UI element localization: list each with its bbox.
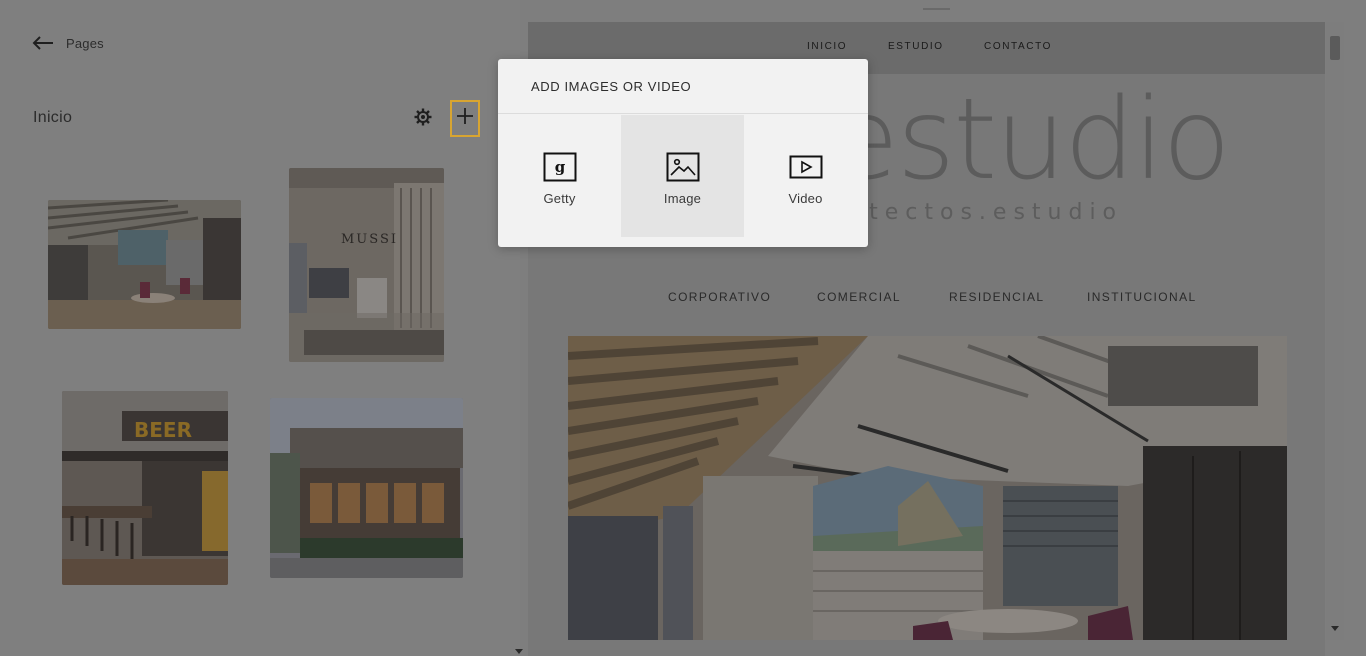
category-corporativo[interactable]: CORPORATIVO	[668, 290, 771, 304]
site-logo-subtitle: itectos.estudio	[856, 200, 1124, 225]
preview-scrollbar[interactable]	[1326, 22, 1344, 640]
mussi-sign-text: MUSSI	[341, 232, 398, 247]
pages-sidebar: Pages Inicio MUSSI BEER	[0, 0, 520, 656]
gallery-thumbnail-restaurant[interactable]	[270, 398, 463, 578]
arrow-left-icon	[32, 35, 54, 51]
gallery-thumbnail-bar[interactable]: BEER	[62, 391, 228, 585]
image-icon	[666, 152, 700, 182]
drag-handle[interactable]	[923, 8, 950, 10]
page-title: Inicio	[33, 109, 73, 126]
category-institucional[interactable]: INSTITUCIONAL	[1087, 290, 1197, 304]
caret-down-icon[interactable]	[515, 649, 523, 654]
gallery-thumbnail-office[interactable]	[48, 200, 241, 329]
site-logo-text: estudio	[830, 75, 1231, 205]
add-block-button[interactable]	[450, 100, 480, 137]
gear-icon	[414, 108, 432, 131]
video-option[interactable]: Video	[744, 115, 867, 237]
beer-sign-text: BEER	[134, 418, 192, 442]
category-comercial[interactable]: COMERCIAL	[817, 290, 901, 304]
scroll-down-arrow-icon[interactable]	[1331, 626, 1339, 631]
back-label: Pages	[66, 35, 104, 51]
page-settings-button[interactable]	[412, 108, 434, 130]
plus-icon	[457, 108, 473, 129]
image-option-label: Image	[663, 191, 702, 206]
hero-image	[568, 336, 1287, 640]
site-nav-inicio[interactable]: INICIO	[807, 41, 847, 52]
popup-title: ADD IMAGES OR VIDEO	[498, 59, 868, 114]
getty-icon: g	[543, 152, 577, 182]
image-option[interactable]: Image	[621, 115, 744, 237]
site-nav-contacto[interactable]: CONTACTO	[984, 41, 1052, 52]
getty-option[interactable]: g Getty	[498, 115, 621, 237]
getty-option-label: Getty	[543, 191, 576, 206]
video-icon	[789, 152, 823, 182]
add-media-popup: ADD IMAGES OR VIDEO g Getty Image Video	[498, 59, 868, 247]
popup-options: g Getty Image Video	[498, 115, 868, 237]
back-to-pages-link[interactable]: Pages	[32, 32, 104, 54]
svg-text:g: g	[554, 158, 565, 176]
video-option-label: Video	[788, 191, 823, 206]
gallery-thumbnail-store[interactable]: MUSSI	[289, 168, 444, 362]
scrollbar-thumb[interactable]	[1330, 36, 1340, 60]
site-nav-estudio[interactable]: ESTUDIO	[888, 41, 944, 52]
category-residencial[interactable]: RESIDENCIAL	[949, 290, 1044, 304]
